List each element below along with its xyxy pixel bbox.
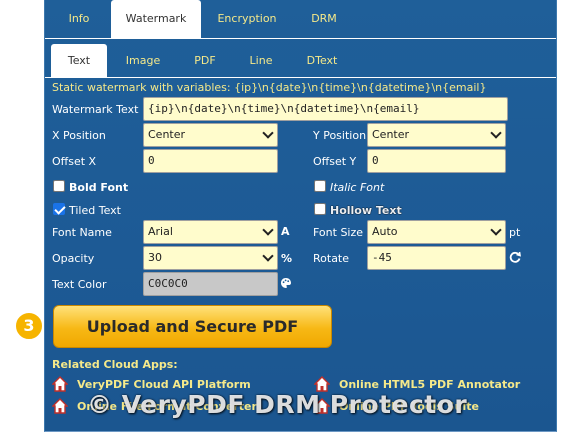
tab-watermark[interactable]: Watermark — [111, 0, 201, 38]
font-name-value: Arial — [148, 225, 173, 238]
tab-line[interactable]: Line — [237, 44, 285, 78]
tiled-text-label: Tiled Text — [69, 204, 121, 217]
font-size-unit: pt — [509, 226, 521, 239]
chevron-down-icon — [490, 224, 502, 236]
hollow-text-checkbox[interactable] — [314, 203, 326, 215]
static-variables-note: Static watermark with variables: {ip}\n{… — [52, 81, 487, 94]
font-preview-icon[interactable]: A — [281, 225, 290, 238]
tab-dtext[interactable]: DText — [293, 44, 351, 78]
outside-left-margin — [0, 0, 44, 438]
step-number-badge-outer: 3 — [14, 311, 44, 341]
italic-font-checkbox[interactable] — [314, 180, 326, 192]
tab-info[interactable]: Info — [53, 0, 105, 38]
tab-pdf[interactable]: PDF — [181, 44, 229, 78]
upload-and-secure-button[interactable]: Upload and Secure PDF — [53, 305, 332, 348]
offset-x-label: Offset X — [52, 155, 97, 168]
x-position-label: X Position — [52, 129, 106, 142]
color-palette-icon[interactable] — [280, 277, 292, 289]
font-size-select[interactable]: Auto — [367, 220, 506, 244]
font-size-value: Auto — [372, 225, 398, 238]
italic-font-label: Italic Font — [330, 181, 385, 194]
opacity-select[interactable]: 30 — [143, 246, 278, 270]
bottom-margin — [0, 432, 562, 438]
app-root: Info Watermark Encryption DRM Text Image… — [0, 0, 562, 438]
tiled-text-checkbox[interactable] — [53, 203, 65, 215]
font-name-select[interactable]: Arial — [143, 220, 278, 244]
font-size-label: Font Size — [313, 226, 364, 239]
chevron-down-icon — [262, 127, 274, 139]
watermark-text-label: Watermark Text — [52, 103, 139, 116]
chevron-down-icon — [490, 127, 502, 139]
opacity-label: Opacity — [52, 252, 95, 265]
y-position-label: Y Position — [313, 129, 367, 142]
offset-y-label: Offset Y — [313, 155, 357, 168]
watermark-panel: Info Watermark Encryption DRM Text Image… — [44, 0, 557, 432]
bold-font-label: Bold Font — [69, 181, 129, 194]
copyright-watermark-overlay: © VeryPDF DRM Protector — [87, 390, 468, 419]
related-apps-title: Related Cloud Apps: — [52, 358, 178, 371]
y-position-select[interactable]: Center — [367, 123, 506, 147]
watermark-text-input[interactable]: {ip}\n{date}\n{time}\n{datetime}\n{email… — [143, 97, 508, 121]
x-position-select[interactable]: Center — [143, 123, 278, 147]
y-position-value: Center — [372, 128, 410, 141]
upload-button-label: Upload and Secure PDF — [86, 317, 299, 336]
sub-tab-divider — [45, 77, 556, 78]
text-color-label: Text Color — [52, 278, 107, 291]
tab-text[interactable]: Text — [51, 44, 107, 78]
x-position-value: Center — [148, 128, 186, 141]
rotate-label: Rotate — [313, 252, 350, 265]
tab-drm[interactable]: DRM — [295, 0, 353, 38]
rotate-input[interactable]: -45 — [367, 246, 506, 270]
outside-right-margin — [557, 0, 562, 438]
offset-x-input[interactable]: 0 — [143, 149, 278, 173]
tab-image[interactable]: Image — [113, 44, 173, 78]
chevron-down-icon — [262, 250, 274, 262]
font-name-label: Font Name — [52, 226, 112, 239]
tab-encryption[interactable]: Encryption — [207, 0, 287, 38]
opacity-value: 30 — [148, 251, 162, 264]
text-color-input[interactable]: C0C0C0 — [143, 272, 278, 296]
refresh-icon[interactable] — [509, 251, 521, 263]
offset-y-input[interactable]: 0 — [367, 149, 506, 173]
home-icon — [52, 398, 68, 414]
top-tab-bar: Info Watermark Encryption DRM — [45, 0, 556, 38]
chevron-down-icon — [262, 224, 274, 236]
sub-tab-bar: Text Image PDF Line DText — [45, 38, 556, 78]
hollow-text-label: Hollow Text — [330, 204, 402, 217]
home-icon — [52, 376, 68, 392]
opacity-unit: % — [281, 252, 293, 265]
bold-font-checkbox[interactable] — [53, 180, 65, 192]
